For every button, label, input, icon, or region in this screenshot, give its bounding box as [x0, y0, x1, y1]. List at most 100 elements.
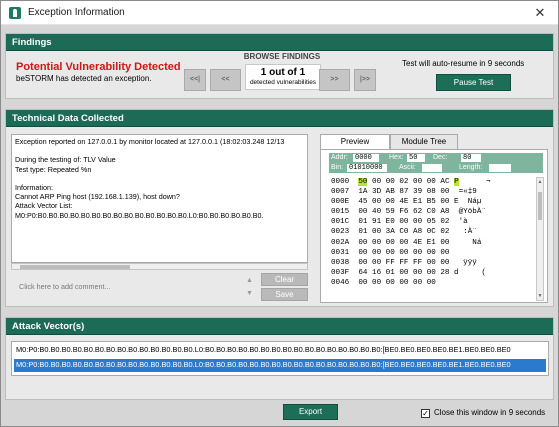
- finding-count-caption: detected vulnerabilities: [249, 79, 317, 86]
- attack-vectors-section: Attack Vector(s) M0:P0:B0.B0.B0.B0.B0.B0…: [5, 317, 554, 400]
- hex-row-ascii: ÿÿÿ: [454, 258, 477, 267]
- hex-row-bytes: 01 91 E0 00 00 05 02: [358, 218, 455, 227]
- next-finding-button[interactable]: >>: [319, 69, 350, 91]
- first-finding-button[interactable]: <<|: [184, 69, 206, 91]
- hex-row-address: 002A: [331, 238, 359, 247]
- hex-row-bytes: 01 00 3A C0 A8 0C 02: [358, 228, 455, 237]
- hex-info-bar: Addr: 0000 Hex: 50 Dec: 80 Bin: 01010000…: [329, 153, 543, 173]
- close-icon[interactable]: ✕: [531, 4, 549, 22]
- hex-row-ascii: ¬: [458, 178, 491, 186]
- pause-test-button[interactable]: Pause Test: [436, 74, 511, 91]
- hex-row-ascii: Ná: [454, 238, 482, 247]
- prev-finding-button[interactable]: <<: [210, 69, 241, 91]
- finding-counter: 1 out of 1 detected vulnerabilities: [245, 64, 321, 90]
- hex-row-bytes: 45 00 00 4E E1 B5 00: [358, 198, 455, 207]
- hex-row[interactable]: 003F 64 16 01 00 00 00 28 d (: [331, 268, 491, 278]
- export-button[interactable]: Export: [283, 404, 338, 420]
- findings-header: Findings: [6, 34, 553, 51]
- comment-input[interactable]: Click here to add comment...: [11, 272, 243, 302]
- hex-dump[interactable]: 0000 50 00 00 02 00 00 AC P ¬ 0007 1A 3D …: [331, 177, 491, 288]
- hex-row[interactable]: 0046 00 00 00 00 00 00: [331, 278, 491, 288]
- ascii-value: [422, 164, 442, 172]
- close-window-checkbox[interactable]: ✓: [421, 409, 430, 418]
- vulnerability-title: Potential Vulnerability Detected: [16, 61, 181, 73]
- hex-row-address: 003F: [331, 268, 359, 277]
- comment-down-arrow-icon[interactable]: ▼: [246, 290, 253, 297]
- details-horizontal-scrollbar[interactable]: [11, 263, 308, 270]
- ascii-label: Ascii:: [399, 164, 416, 171]
- exception-window: Exception Information ✕ Findings Potenti…: [0, 0, 559, 427]
- tab-module-tree[interactable]: Module Tree: [390, 134, 458, 149]
- hex-row-ascii: d (: [454, 268, 486, 277]
- hex-row-address: 0000: [331, 178, 359, 186]
- scrollbar-thumb[interactable]: [20, 265, 130, 269]
- hex-row-address: 0007: [331, 188, 359, 197]
- hex-row-bytes: 00 00 00 00 00 00: [358, 278, 441, 287]
- hex-row[interactable]: 0023 01 00 3A C0 A8 0C 02 :À¨: [331, 227, 491, 237]
- hex-row-address: 0023: [331, 228, 359, 237]
- app-icon: [9, 7, 21, 19]
- hex-row-ascii: :À¨: [454, 228, 477, 237]
- vulnerability-subtitle: beSTORM has detected an exception.: [16, 74, 152, 83]
- comment-up-arrow-icon[interactable]: ▲: [246, 277, 253, 284]
- hex-row-bytes: 00 00 00 00 4E E1 00: [358, 238, 455, 247]
- findings-section: Findings Potential Vulnerability Detecte…: [5, 33, 554, 99]
- hex-row-ascii: =«‡9: [454, 188, 477, 197]
- title-bar: Exception Information ✕: [1, 1, 558, 25]
- hex-row-address: 0015: [331, 208, 359, 217]
- last-finding-button[interactable]: |>>: [354, 69, 376, 91]
- hex-row-bytes: 00 00 02 00 00 AC: [367, 178, 455, 186]
- hex-row-bytes: 00 00 FF FF FF 00 00: [358, 258, 455, 267]
- addr-value: 0000: [353, 154, 379, 162]
- hex-preview-panel: Addr: 0000 Hex: 50 Dec: 80 Bin: 01010000…: [320, 149, 548, 303]
- hex-row-ascii: @YöbÀ¨: [454, 208, 486, 217]
- hex-vertical-scrollbar[interactable]: ▲ ▼: [536, 177, 544, 301]
- bin-label: Bin:: [331, 164, 344, 171]
- clear-comment-button[interactable]: Clear: [261, 273, 308, 286]
- hex-row-address: 000E: [331, 198, 359, 207]
- save-comment-button[interactable]: Save: [261, 288, 308, 301]
- list-item[interactable]: M0:P0:B0.B0.B0.B0.B0.B0.B0.B0.B0.B0.B0.B…: [14, 344, 546, 357]
- technical-data-header: Technical Data Collected: [6, 110, 553, 127]
- hex-row-address: 0038: [331, 258, 359, 267]
- scroll-down-icon[interactable]: ▼: [537, 293, 543, 299]
- hex-row-address: 001C: [331, 218, 359, 227]
- attack-vectors-header: Attack Vector(s): [6, 318, 553, 335]
- dec-label: Dec:: [433, 154, 448, 161]
- hex-row-ascii: E Náµ: [454, 198, 482, 207]
- hex-row[interactable]: 0007 1A 3D AB 87 39 08 00 =«‡9: [331, 187, 491, 197]
- hex-row-bytes: 1A 3D AB 87 39 08 00: [358, 188, 455, 197]
- scrollbar-thumb[interactable]: [538, 192, 542, 220]
- hex-row[interactable]: 0031 00 00 00 00 00 00 00: [331, 248, 491, 258]
- exception-details-text[interactable]: Exception reported on 127.0.0.1 by monit…: [11, 134, 308, 263]
- hex-row[interactable]: 002A 00 00 00 00 4E E1 00 Ná: [331, 238, 491, 248]
- addr-label: Addr:: [331, 154, 348, 161]
- dec-value: 80: [461, 154, 481, 162]
- length-label: Length:: [459, 164, 483, 171]
- hex-row-bytes: 64 16 01 00 00 00 28: [358, 268, 455, 277]
- hex-row[interactable]: 000E 45 00 00 4E E1 B5 00 E Náµ: [331, 197, 491, 207]
- hex-row[interactable]: 001C 01 91 E0 00 00 05 02 'à: [331, 217, 491, 227]
- hex-value: 50: [407, 154, 425, 162]
- attack-vector-list: M0:P0:B0.B0.B0.B0.B0.B0.B0.B0.B0.B0.B0.B…: [11, 341, 549, 376]
- technical-data-section: Technical Data Collected Exception repor…: [5, 109, 554, 307]
- hex-label: Hex:: [389, 154, 404, 161]
- finding-count: 1 out of 1: [260, 67, 306, 78]
- hex-row-address: 0031: [331, 248, 359, 257]
- hex-row[interactable]: 0038 00 00 FF FF FF 00 00 ÿÿÿ: [331, 258, 491, 268]
- hex-row-bytes: 00 00 00 00 00 00 00: [358, 248, 455, 257]
- bin-value: 01010000: [347, 164, 387, 172]
- list-item[interactable]: M0:P0:B0.B0.B0.B0.B0.B0.B0.B0.B0.B0.B0.B…: [14, 359, 546, 372]
- browse-findings-title: BROWSE FINDINGS: [243, 52, 321, 61]
- hex-row[interactable]: 0000 50 00 00 02 00 00 AC P ¬: [331, 177, 491, 187]
- length-value: [489, 164, 511, 172]
- hex-row-bytes: 00 40 59 F6 62 C0 A8: [358, 208, 455, 217]
- hex-row-address: 0046: [331, 278, 359, 287]
- hex-row-ascii: 'à: [454, 218, 468, 227]
- auto-resume-text: Test will auto-resume in 9 seconds: [402, 59, 525, 68]
- hex-row[interactable]: 0015 00 40 59 F6 62 C0 A8 @YöbÀ¨: [331, 207, 491, 217]
- window-title: Exception Information: [28, 7, 125, 18]
- tab-preview[interactable]: Preview: [320, 134, 390, 150]
- close-window-label: Close this window in 9 seconds: [434, 408, 546, 417]
- scroll-up-icon[interactable]: ▲: [537, 179, 543, 185]
